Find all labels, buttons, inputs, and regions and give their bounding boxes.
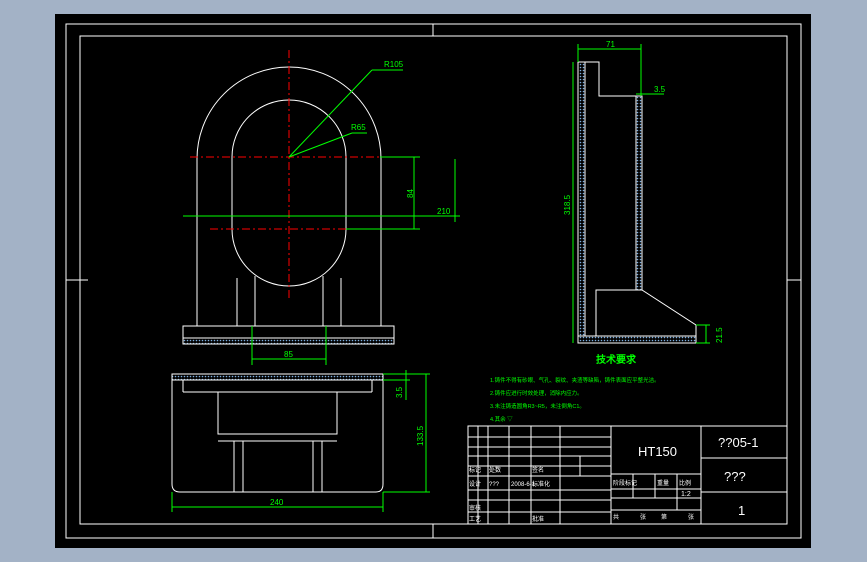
tech-requirements: 技术要求 1.铸件不得有砂眼、气孔、裂纹、夹渣等缺陷，铸件表面应平整光洁。 2.… [490, 353, 660, 423]
dim-r65: R65 [351, 123, 366, 132]
drawing-number: ??05-1 [718, 435, 758, 450]
front-top-hatch [171, 373, 384, 381]
dim-r105: R105 [384, 60, 404, 69]
tb-weight-label: 重量 [657, 479, 669, 487]
top-dimensions [183, 69, 460, 365]
dim-210: 210 [437, 207, 451, 216]
dim-71: 71 [606, 40, 615, 49]
side-hatch-left [577, 61, 586, 343]
cad-viewport[interactable]: R105 R65 84 210 85 71 3.5 318.5 21.5 3.5… [55, 14, 811, 548]
material-label: HT150 [638, 444, 677, 459]
dim-3-5-top: 3.5 [654, 85, 666, 94]
drawing-frames [65, 23, 802, 539]
inner-frame [79, 35, 788, 525]
tb-mark-label: 标记 [469, 466, 481, 474]
sheet-number: 1 [738, 503, 745, 518]
front-view: 3.5 133.5 240 [171, 370, 430, 512]
top-view: R105 R65 84 210 85 [182, 50, 460, 365]
side-hatch-bottom [577, 335, 697, 344]
dim-21-5: 21.5 [715, 327, 724, 343]
tb-count-label: 处数 [489, 466, 501, 474]
dim-240: 240 [270, 498, 284, 507]
tb-std-label: 标准化 [532, 480, 550, 488]
tech-req-line-2: 2.铸件应进行时效处理，消除内应力。 [490, 389, 583, 397]
tb-sign-label: 签名 [532, 466, 544, 474]
tb-total-label: 共 [613, 513, 619, 521]
title-block: HT150 ??05-1 ??? 1 1:2 标记 处数 签名 设计 ??? 2… [467, 425, 788, 525]
dim-85: 85 [284, 350, 293, 359]
top-base-hatch [182, 337, 395, 345]
outer-frame [65, 23, 802, 539]
tb-review-label: 审核 [469, 504, 481, 512]
side-hatch-right [635, 95, 643, 291]
tech-req-line-3: 3.未注铸造圆角R3~R5，未注倒角C1。 [490, 402, 585, 410]
tech-req-line-4: 4.其余 ▽ [490, 415, 513, 423]
tb-page-label: 第 [661, 513, 667, 521]
tb-zhang-2: 张 [688, 513, 694, 521]
top-base [182, 325, 395, 339]
tech-req-title: 技术要求 [596, 353, 637, 366]
drawing-canvas: R105 R65 84 210 85 71 3.5 318.5 21.5 3.5… [65, 23, 802, 539]
tech-req-line-1: 1.铸件不得有砂眼、气孔、裂纹、夹渣等缺陷，铸件表面应平整光洁。 [490, 376, 660, 384]
part-name: ??? [724, 469, 746, 484]
dim-133-5: 133.5 [416, 425, 425, 446]
dim-84: 84 [406, 189, 415, 198]
tb-approve-label: 批准 [532, 515, 544, 523]
scale-value: 1:2 [681, 491, 691, 498]
tb-design-label: 设计 [469, 480, 481, 488]
tb-designer: ??? [489, 482, 500, 488]
top-centerlines [190, 50, 390, 300]
dim-318-5: 318.5 [563, 194, 572, 215]
tb-zhang-1: 张 [640, 513, 646, 521]
dim-3-5-front: 3.5 [395, 386, 404, 398]
side-view: 71 3.5 318.5 21.5 [563, 40, 724, 344]
tb-process-label: 工艺 [469, 515, 481, 523]
tb-stage-label: 阶段标记 [613, 479, 637, 487]
tb-ratio-label: 比例 [679, 479, 691, 487]
